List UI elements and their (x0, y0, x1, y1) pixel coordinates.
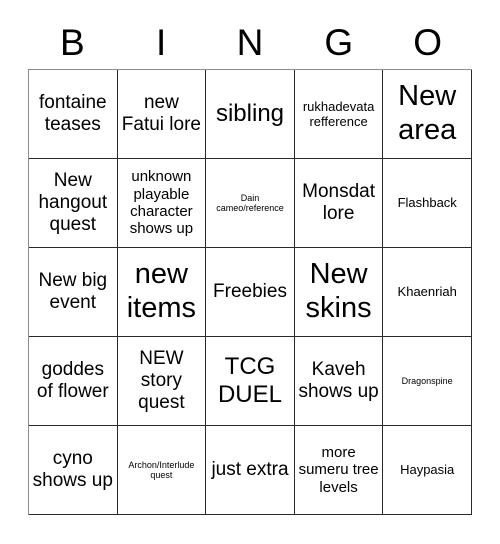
bingo-header-letter-g: G (324, 21, 354, 63)
bingo-cell-text: Khaenriah (397, 284, 457, 300)
bingo-cell-text: New skins (305, 258, 372, 324)
bingo-cell-text: Flashback (397, 195, 457, 211)
bingo-cell-text: New hangout quest (38, 169, 108, 236)
bingo-cell-text: Archon/Interlude quest (128, 459, 195, 480)
bingo-cell-text: Freebies (213, 280, 287, 302)
bingo-cell-text: TCG DUEL (217, 353, 282, 408)
bingo-cell-text: sibling (215, 100, 285, 128)
bingo-cell-n5[interactable]: just extra (206, 426, 295, 515)
bingo-cell-n4[interactable]: TCG DUEL (206, 337, 295, 426)
bingo-cell-g3[interactable]: New skins (294, 248, 384, 337)
bingo-cell-g4[interactable]: Kaveh shows up (294, 337, 384, 426)
bingo-cell-text: new items (126, 258, 197, 324)
bingo-header-letter-o: O (413, 21, 442, 63)
bingo-cell-n1[interactable]: sibling (206, 70, 295, 159)
bingo-cell-text: Haypasia (400, 462, 455, 478)
bingo-cell-text: more sumeru tree levels (298, 443, 379, 496)
bingo-cell-n2[interactable]: Dain cameo/reference (206, 159, 295, 248)
bingo-cell-g1[interactable]: rukhadevata refference (294, 70, 384, 159)
bingo-header-letter-n: N (236, 21, 264, 63)
bingo-cell-b2[interactable]: New hangout quest (29, 159, 118, 248)
bingo-header-letter-b: B (60, 21, 85, 63)
bingo-cell-text: cyno shows up (32, 447, 113, 491)
bingo-cell-b1[interactable]: fontaine teases (29, 70, 118, 159)
bingo-header-letter-i: I (156, 21, 167, 63)
bingo-cell-b3[interactable]: New big event (29, 248, 118, 337)
bingo-cell-o1[interactable]: New area (383, 70, 472, 159)
bingo-cell-g5[interactable]: more sumeru tree levels (294, 426, 384, 515)
bingo-cell-o4[interactable]: Dragonspine (383, 337, 472, 426)
bingo-cell-text: New area (398, 80, 457, 146)
bingo-cell-b4[interactable]: goddes of flower (29, 337, 118, 426)
bingo-cell-n3[interactable]: Freebies (206, 248, 295, 337)
bingo-cell-i5[interactable]: Archon/Interlude quest (117, 426, 207, 515)
bingo-cell-i3[interactable]: new items (117, 248, 207, 337)
bingo-cell-text: Dragonspine (401, 375, 453, 386)
bingo-cell-text: new Fatui lore (121, 91, 201, 135)
bingo-cell-text: just extra (211, 458, 289, 480)
bingo-header-row: B I N G O (28, 18, 472, 66)
bingo-cell-text: New big event (38, 269, 108, 313)
bingo-cell-i2[interactable]: unknown playable character shows up (117, 159, 207, 248)
bingo-cell-text: rukhadevata refference (302, 98, 375, 129)
bingo-cell-o2[interactable]: Flashback (383, 159, 472, 248)
bingo-cell-text: Dain cameo/reference (216, 192, 284, 213)
bingo-cell-text: unknown playable character shows up (129, 168, 194, 238)
bingo-card: B I N G O fontaine teases new Fatui lore… (0, 0, 500, 544)
bingo-cell-text: goddes of flower (36, 358, 109, 402)
bingo-grid: fontaine teases new Fatui lore sibling r… (28, 69, 472, 515)
bingo-cell-i4[interactable]: NEW story quest (117, 337, 207, 426)
bingo-cell-o3[interactable]: Khaenriah (383, 248, 472, 337)
bingo-cell-text: fontaine teases (38, 91, 107, 135)
bingo-cell-b5[interactable]: cyno shows up (29, 426, 118, 515)
bingo-cell-text: Kaveh shows up (298, 358, 379, 402)
bingo-cell-i1[interactable]: new Fatui lore (117, 70, 207, 159)
bingo-cell-text: NEW story quest (138, 347, 185, 414)
bingo-cell-o5[interactable]: Haypasia (383, 426, 472, 515)
bingo-cell-text: Monsdat lore (302, 180, 376, 224)
bingo-cell-g2[interactable]: Monsdat lore (294, 159, 384, 248)
